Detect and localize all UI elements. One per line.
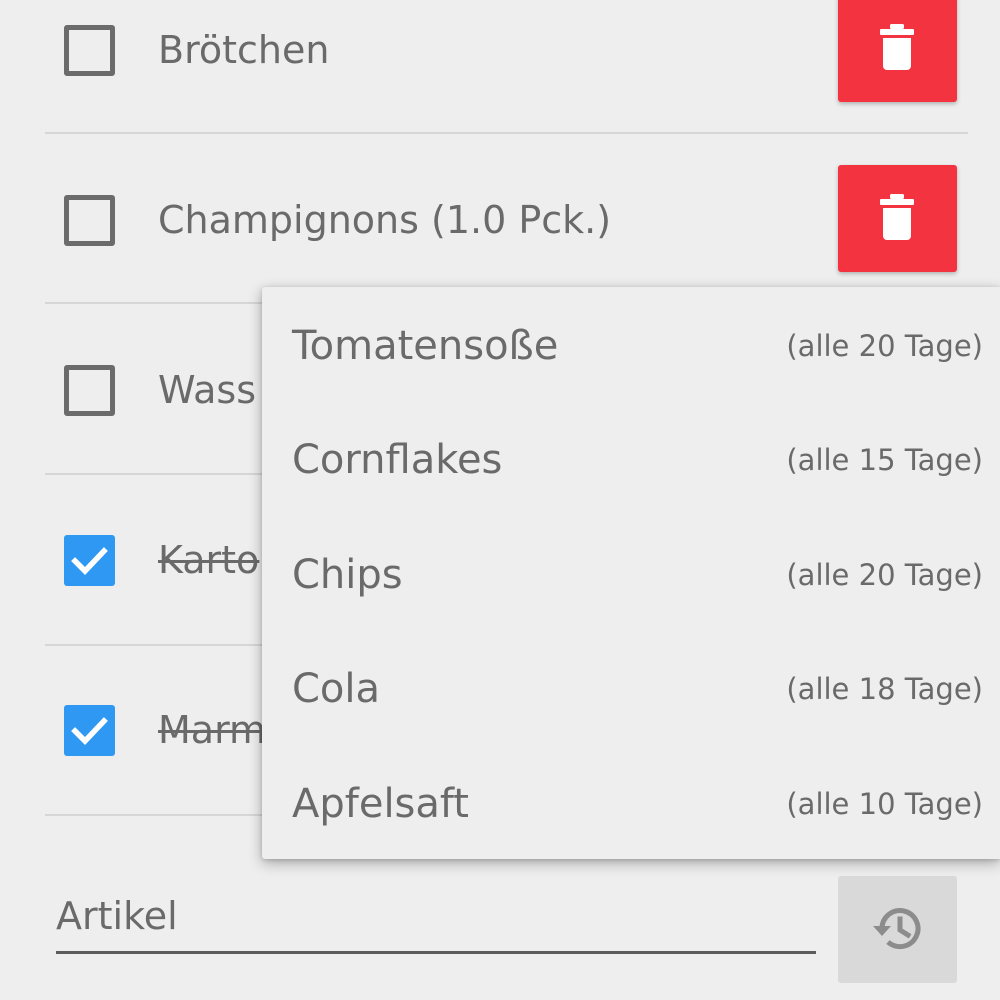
suggestion-item[interactable]: Cornflakes (alle 15 Tage) [262, 403, 1000, 517]
article-input-wrapper [56, 880, 816, 956]
suggestion-frequency: (alle 15 Tage) [786, 443, 983, 477]
suggestion-name: Tomatensoße [292, 323, 559, 369]
article-input[interactable] [56, 880, 816, 952]
list-item[interactable]: Brötchen [0, 0, 1000, 135]
suggestion-frequency: (alle 10 Tage) [786, 787, 983, 821]
suggestion-item[interactable]: Tomatensoße (alle 20 Tage) [262, 289, 1000, 403]
trash-icon [880, 24, 914, 70]
suggestion-name: Chips [292, 552, 403, 598]
item-label: Champignons (1.0 Pck.) [158, 198, 612, 242]
item-checkbox[interactable] [64, 365, 115, 416]
suggestion-dropdown: Tomatensoße (alle 20 Tage) Cornflakes (a… [262, 287, 1000, 859]
trash-icon [880, 194, 914, 240]
item-label: Brötchen [158, 28, 330, 72]
history-icon [873, 908, 921, 950]
item-label: Karto [158, 538, 260, 582]
item-checkbox[interactable] [64, 195, 115, 246]
item-checkbox-checked[interactable] [64, 705, 115, 756]
checkmark-icon [71, 547, 108, 575]
suggestion-name: Cornflakes [292, 437, 503, 483]
list-item[interactable]: Champignons (1.0 Pck.) [0, 135, 1000, 305]
input-underline [56, 951, 816, 954]
suggestion-item[interactable]: Apfelsaft (alle 10 Tage) [262, 747, 1000, 861]
suggestion-name: Apfelsaft [292, 781, 469, 827]
item-checkbox-checked[interactable] [64, 535, 115, 586]
history-button[interactable] [838, 876, 957, 983]
delete-button[interactable] [838, 165, 957, 272]
item-checkbox[interactable] [64, 25, 115, 76]
suggestion-item[interactable]: Cola (alle 18 Tage) [262, 632, 1000, 746]
divider [45, 132, 968, 134]
suggestion-item[interactable]: Chips (alle 20 Tage) [262, 518, 1000, 632]
suggestion-frequency: (alle 20 Tage) [786, 329, 983, 363]
suggestion-name: Cola [292, 666, 381, 712]
suggestion-frequency: (alle 20 Tage) [786, 558, 983, 592]
shopping-list-screen: Brötchen Champignons (1.0 Pck.) Wass Kar… [0, 0, 1000, 1000]
item-label: Marm [158, 708, 267, 752]
delete-button[interactable] [838, 0, 957, 102]
item-label: Wass [158, 368, 257, 412]
checkmark-icon [71, 717, 108, 745]
suggestion-frequency: (alle 18 Tage) [786, 672, 983, 706]
